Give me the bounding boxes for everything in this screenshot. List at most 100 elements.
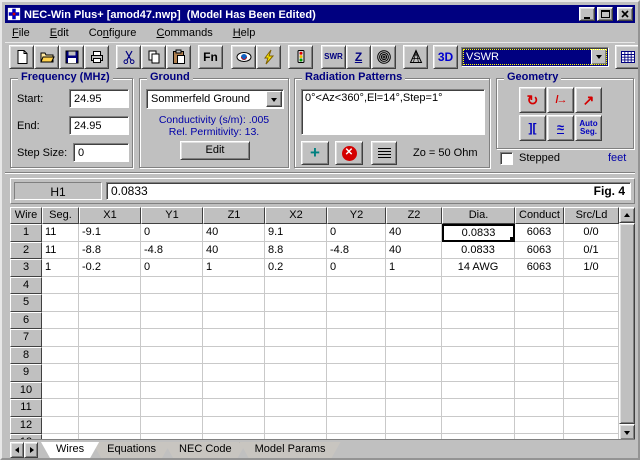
line-arrow-button[interactable]: /→ [547, 87, 574, 113]
step-size-input[interactable] [73, 143, 129, 162]
table-cell[interactable]: 40 [203, 242, 265, 260]
table-cell[interactable] [79, 277, 141, 295]
table-cell[interactable] [386, 399, 442, 417]
table-cell[interactable] [42, 417, 79, 435]
table-cell[interactable] [327, 399, 386, 417]
table-cell[interactable] [265, 364, 327, 382]
copy-button[interactable] [141, 45, 166, 69]
table-cell[interactable] [42, 277, 79, 295]
table-cell[interactable] [203, 277, 265, 295]
table-cell[interactable] [141, 382, 203, 400]
table-cell[interactable] [515, 347, 564, 365]
table-cell[interactable] [327, 434, 386, 440]
swr-button[interactable]: SWR [321, 45, 346, 69]
paste-button[interactable] [166, 45, 191, 69]
table-cell[interactable] [203, 294, 265, 312]
column-header-conduct[interactable]: Conduct [515, 207, 564, 224]
table-cell[interactable] [386, 382, 442, 400]
table-cell[interactable] [515, 364, 564, 382]
tab-scroll-left-button[interactable] [10, 442, 24, 458]
table-cell[interactable] [265, 417, 327, 435]
table-cell[interactable] [265, 434, 327, 440]
table-cell[interactable] [386, 417, 442, 435]
pattern-align-button[interactable] [371, 141, 397, 165]
table-cell[interactable]: 6063 [515, 259, 564, 277]
row-header[interactable]: 13 [10, 434, 42, 440]
table-cell[interactable] [141, 329, 203, 347]
wave-button[interactable]: ≈ [547, 115, 574, 141]
view-button[interactable] [231, 45, 256, 69]
radiation-pattern-list[interactable]: 0°<Az<360°,El=14°,Step=1° [301, 89, 485, 135]
table-cell[interactable] [386, 364, 442, 382]
table-cell[interactable] [42, 312, 79, 330]
grid-button[interactable] [615, 45, 640, 69]
table-cell[interactable] [442, 312, 515, 330]
table-cell[interactable] [141, 277, 203, 295]
row-header[interactable]: 4 [10, 277, 42, 295]
table-cell[interactable] [42, 364, 79, 382]
row-header[interactable]: 9 [10, 364, 42, 382]
table-cell[interactable] [141, 399, 203, 417]
maximize-button[interactable] [597, 7, 613, 21]
table-cell[interactable] [203, 382, 265, 400]
ground-type-dropdown-button[interactable] [266, 91, 282, 107]
table-cell[interactable] [442, 399, 515, 417]
fn-button[interactable]: Fn [198, 45, 223, 69]
tab-scroll-right-button[interactable] [24, 442, 38, 458]
tab-model-params[interactable]: Model Params [240, 442, 341, 458]
table-cell[interactable] [386, 434, 442, 440]
tab-nec-code[interactable]: NEC Code [164, 442, 247, 458]
ground-type-select[interactable]: Sommerfeld Ground [146, 89, 284, 109]
table-cell[interactable] [141, 417, 203, 435]
table-cell[interactable]: 0.2 [265, 259, 327, 277]
new-file-button[interactable] [9, 45, 34, 69]
scroll-thumb[interactable] [619, 223, 635, 424]
start-frequency-input[interactable] [69, 89, 129, 108]
table-cell[interactable] [79, 364, 141, 382]
table-cell[interactable] [79, 294, 141, 312]
table-cell[interactable] [515, 434, 564, 440]
impedance-button[interactable]: Z [346, 45, 371, 69]
table-cell[interactable] [42, 329, 79, 347]
print-button[interactable] [84, 45, 109, 69]
column-header-z2[interactable]: Z2 [386, 207, 442, 224]
row-header[interactable]: 5 [10, 294, 42, 312]
table-cell[interactable]: 1 [42, 259, 79, 277]
table-cell[interactable]: 0 [327, 259, 386, 277]
close-button[interactable] [617, 7, 633, 21]
pattern-button[interactable] [403, 45, 428, 69]
chart-type-dropdown-button[interactable] [591, 49, 607, 65]
table-cell[interactable] [42, 347, 79, 365]
row-header[interactable]: 2 [10, 242, 42, 260]
menu-commands[interactable]: Commands [149, 25, 219, 41]
table-cell[interactable] [327, 347, 386, 365]
table-cell[interactable] [79, 434, 141, 440]
stoplight-button[interactable] [288, 45, 313, 69]
table-cell[interactable] [442, 277, 515, 295]
table-cell[interactable] [442, 417, 515, 435]
row-header[interactable]: 1 [10, 224, 42, 242]
table-cell[interactable]: 40 [386, 224, 442, 242]
row-header[interactable]: 3 [10, 259, 42, 277]
open-file-button[interactable] [34, 45, 59, 69]
table-cell[interactable] [327, 364, 386, 382]
menu-help[interactable]: Help [226, 25, 263, 41]
table-cell[interactable]: 0/1 [564, 242, 619, 260]
row-header[interactable]: 12 [10, 417, 42, 435]
table-cell[interactable] [442, 364, 515, 382]
table-cell[interactable] [327, 382, 386, 400]
table-cell[interactable]: 0/0 [564, 224, 619, 242]
table-cell[interactable] [515, 382, 564, 400]
table-cell[interactable]: 0 [141, 224, 203, 242]
table-cell[interactable] [79, 347, 141, 365]
table-cell[interactable] [141, 294, 203, 312]
table-cell[interactable]: 8.8 [265, 242, 327, 260]
table-cell[interactable] [564, 294, 619, 312]
table-cell[interactable] [42, 382, 79, 400]
column-header-x2[interactable]: X2 [265, 207, 327, 224]
table-cell[interactable] [442, 434, 515, 440]
menu-file[interactable]: File [5, 25, 37, 41]
table-cell[interactable]: -0.2 [79, 259, 141, 277]
brackets-button[interactable]: ][ [519, 115, 546, 141]
table-cell[interactable] [564, 312, 619, 330]
